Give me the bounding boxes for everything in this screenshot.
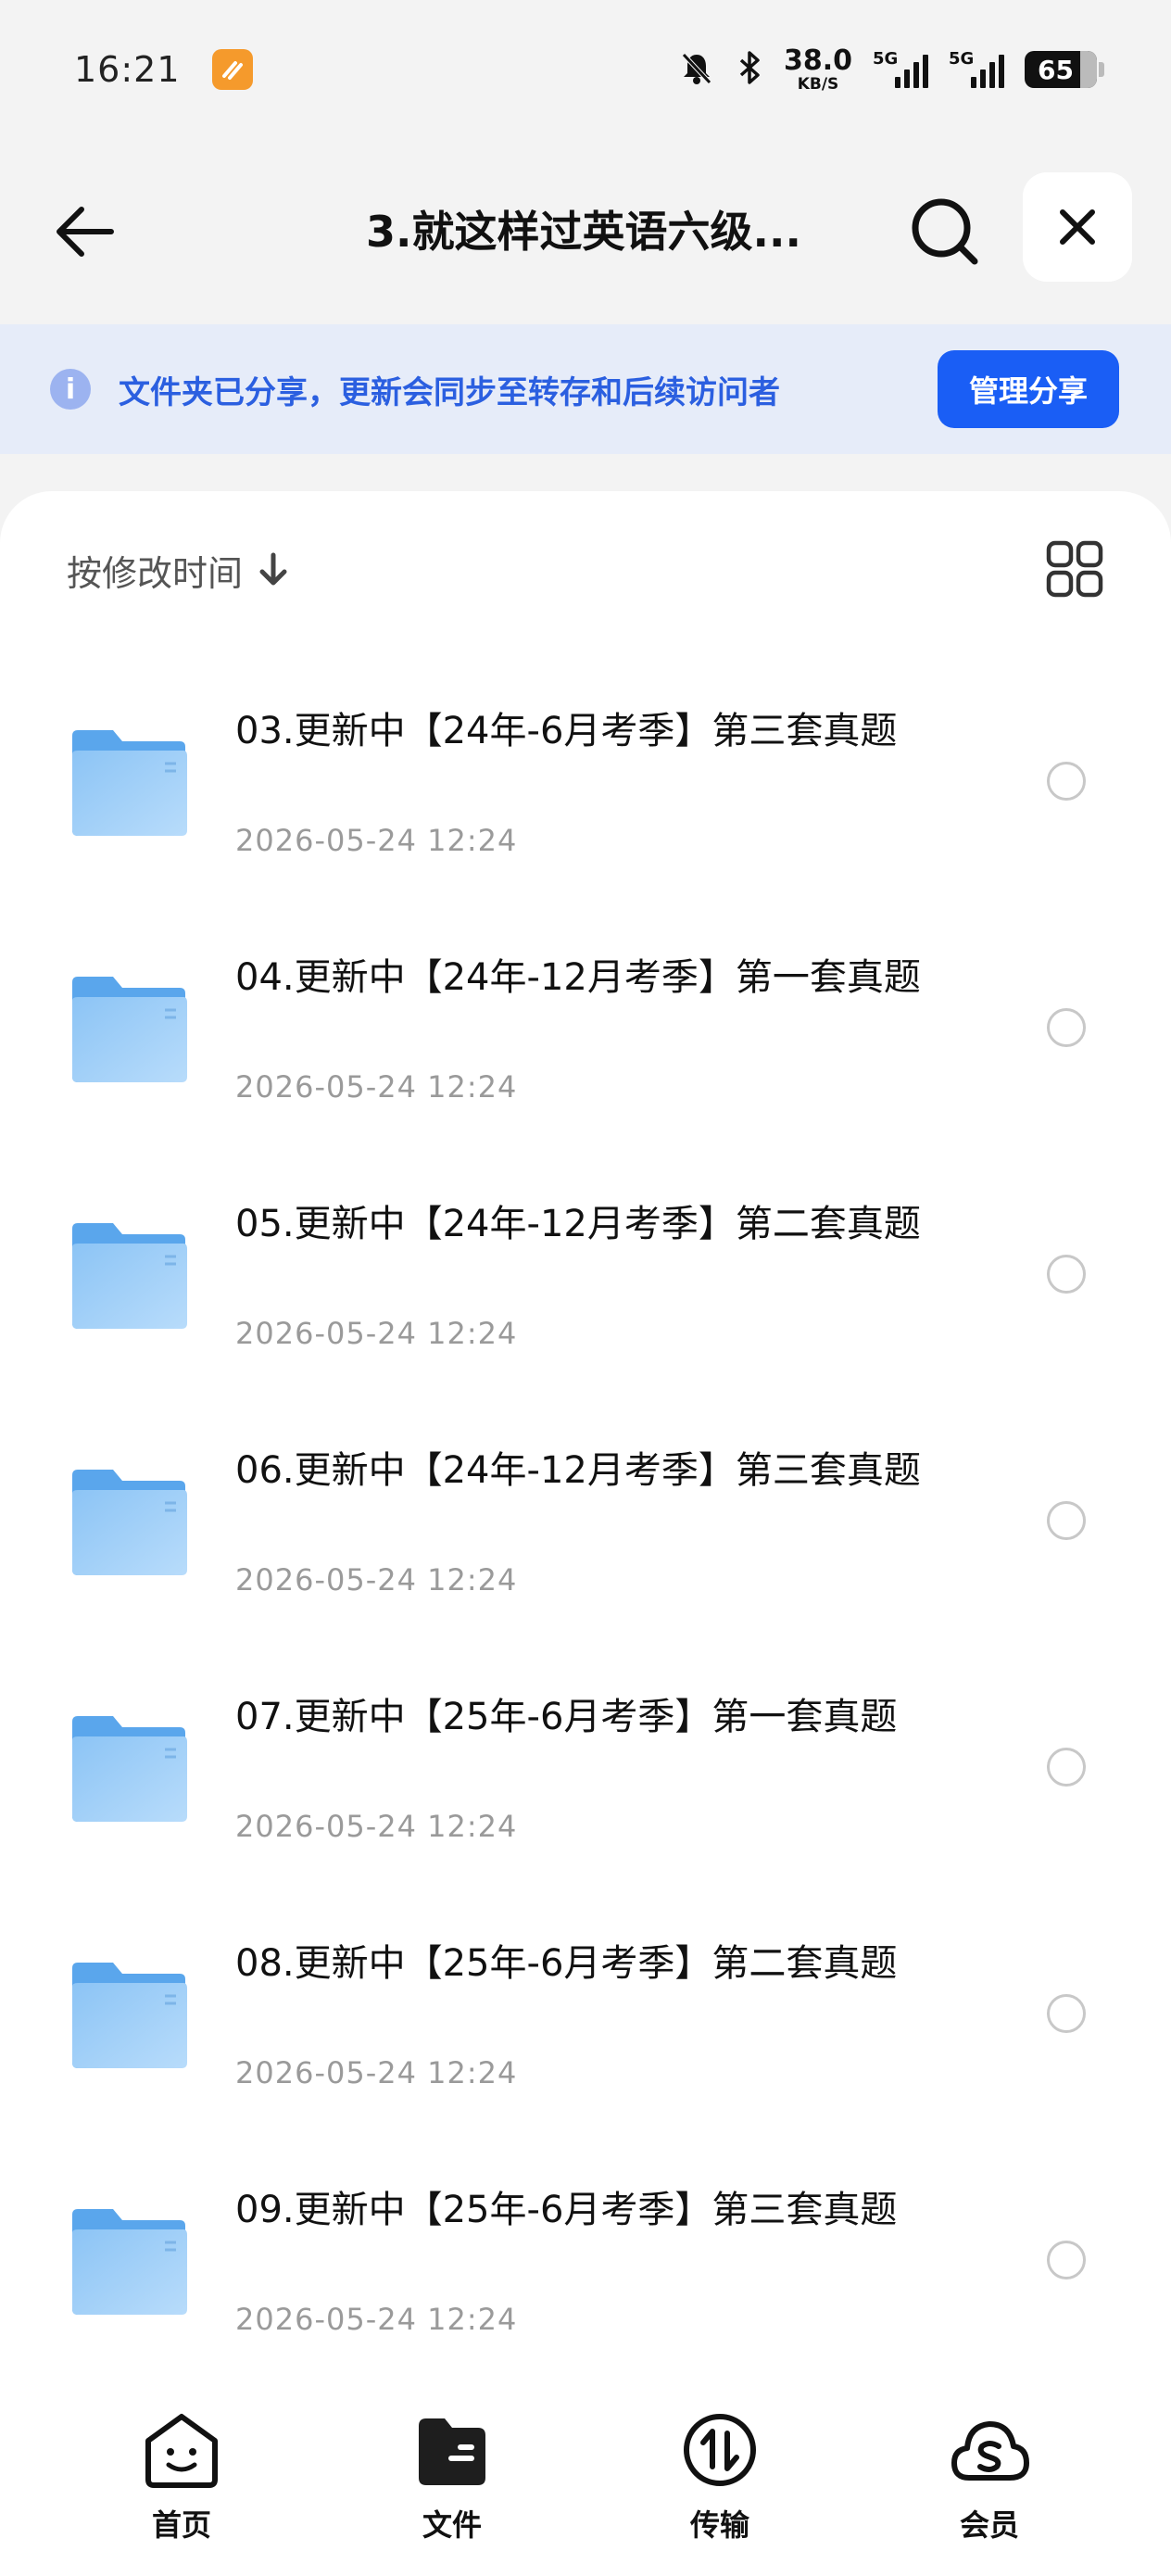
select-radio[interactable] xyxy=(1047,1255,1086,1294)
folder-icon xyxy=(72,1716,187,1822)
nav-label-transfer: 传输 xyxy=(689,2507,749,2543)
search-icon xyxy=(912,198,978,265)
nav-label-home: 首页 xyxy=(151,2507,211,2543)
status-bar: 16:21 38.0 KB/S 5G 5G 65 xyxy=(0,0,1171,139)
share-banner-text: 文件夹已分享，更新会同步至转存和后续访问者 xyxy=(119,374,780,411)
cloud-membership-icon xyxy=(951,2421,1029,2481)
folder-icon xyxy=(72,977,187,1082)
close-button[interactable] xyxy=(1023,172,1132,282)
folder-icon xyxy=(72,1470,187,1575)
list-item[interactable]: 07.更新中【25年-6月考季】第一套真题 2026-05-24 12:24 xyxy=(0,1635,1171,1881)
status-time: 16:21 xyxy=(74,49,181,90)
file-date: 2026-05-24 12:24 xyxy=(235,823,518,858)
close-icon xyxy=(1060,209,1095,245)
folder-icon xyxy=(419,2418,485,2485)
bluetooth-icon xyxy=(736,49,763,90)
grid-view-icon xyxy=(1046,540,1103,598)
sort-control[interactable]: 按修改时间 xyxy=(67,537,289,602)
bottom-nav: 首页 文件 传输 会员 xyxy=(0,2391,1171,2576)
battery-icon: 65 xyxy=(1025,51,1104,88)
sort-label: 按修改时间 xyxy=(67,552,244,594)
nav-label-membership: 会员 xyxy=(959,2507,1019,2543)
folder-icon xyxy=(72,1223,187,1329)
page-title: 3.就这样过英语六级... xyxy=(366,207,801,257)
mute-bell-icon xyxy=(678,49,715,90)
select-radio[interactable] xyxy=(1047,1501,1086,1540)
file-name: 08.更新中【25年-6月考季】第二套真题 xyxy=(235,1942,898,1985)
nav-item-transfer[interactable]: 传输 xyxy=(646,2409,794,2567)
list-item[interactable]: 04.更新中【24年-12月考季】第一套真题 2026-05-24 12:24 xyxy=(0,895,1171,1142)
nav-item-home[interactable]: 首页 xyxy=(107,2409,256,2567)
nav-label-files: 文件 xyxy=(422,2507,482,2543)
arrow-down-icon xyxy=(259,552,287,586)
file-date: 2026-05-24 12:24 xyxy=(235,1069,518,1105)
file-name: 07.更新中【25年-6月考季】第一套真题 xyxy=(235,1696,898,1738)
file-name: 06.更新中【24年-12月考季】第三套真题 xyxy=(235,1449,921,1492)
select-radio[interactable] xyxy=(1047,1994,1086,2033)
file-name: 03.更新中【24年-6月考季】第三套真题 xyxy=(235,710,898,752)
nav-item-files[interactable]: 文件 xyxy=(378,2409,526,2567)
list-item[interactable]: 08.更新中【25年-6月考季】第二套真题 2026-05-24 12:24 xyxy=(0,1881,1171,2128)
info-icon: i xyxy=(50,369,91,410)
file-name: 05.更新中【24年-12月考季】第二套真题 xyxy=(235,1203,921,1245)
file-name: 04.更新中【24年-12月考季】第一套真题 xyxy=(235,956,921,999)
network-speed: 38.0 KB/S xyxy=(783,44,852,94)
file-list-card: 按修改时间 03.更新中【24年-6月考季】第三套真题 2026-05-24 1… xyxy=(0,491,1171,2391)
share-banner: i 文件夹已分享，更新会同步至转存和后续访问者 管理分享 xyxy=(0,324,1171,454)
transfer-icon xyxy=(684,2414,756,2486)
network-speed-value: 38.0 xyxy=(783,44,852,77)
header: 3.就这样过英语六级... xyxy=(0,139,1171,324)
select-radio[interactable] xyxy=(1047,2241,1086,2279)
arrow-left-icon xyxy=(57,207,114,257)
back-button[interactable] xyxy=(52,196,122,267)
select-radio[interactable] xyxy=(1047,1748,1086,1787)
list-item[interactable]: 09.更新中【25年-6月考季】第三套真题 2026-05-24 12:24 xyxy=(0,2128,1171,2374)
select-radio[interactable] xyxy=(1047,1008,1086,1047)
signal-2-icon: 5G xyxy=(949,49,1004,90)
file-date: 2026-05-24 12:24 xyxy=(235,1316,518,1351)
file-name: 09.更新中【25年-6月考季】第三套真题 xyxy=(235,2189,898,2231)
home-face-icon xyxy=(145,2414,218,2488)
folder-icon xyxy=(72,730,187,836)
manage-share-button[interactable]: 管理分享 xyxy=(938,350,1119,428)
list-item[interactable]: 03.更新中【24年-6月考季】第三套真题 2026-05-24 12:24 xyxy=(0,649,1171,895)
list-item[interactable]: 06.更新中【24年-12月考季】第三套真题 2026-05-24 12:24 xyxy=(0,1388,1171,1635)
grid-view-button[interactable] xyxy=(1045,539,1104,599)
battery-level: 65 xyxy=(1038,54,1074,85)
network-speed-unit: KB/S xyxy=(797,74,839,94)
folder-icon xyxy=(72,1963,187,2068)
file-date: 2026-05-24 12:24 xyxy=(235,2055,518,2090)
app-notification-icon xyxy=(211,49,253,90)
folder-icon xyxy=(72,2209,187,2315)
signal-icon: 5G xyxy=(873,49,928,90)
search-button[interactable] xyxy=(904,191,986,272)
file-list: 03.更新中【24年-6月考季】第三套真题 2026-05-24 12:24 0… xyxy=(0,649,1171,2374)
list-item[interactable]: 05.更新中【24年-12月考季】第二套真题 2026-05-24 12:24 xyxy=(0,1142,1171,1388)
select-radio[interactable] xyxy=(1047,762,1086,801)
file-date: 2026-05-24 12:24 xyxy=(235,1562,518,1597)
file-date: 2026-05-24 12:24 xyxy=(235,1809,518,1844)
nav-item-membership[interactable]: 会员 xyxy=(915,2409,1064,2567)
file-date: 2026-05-24 12:24 xyxy=(235,2302,518,2337)
